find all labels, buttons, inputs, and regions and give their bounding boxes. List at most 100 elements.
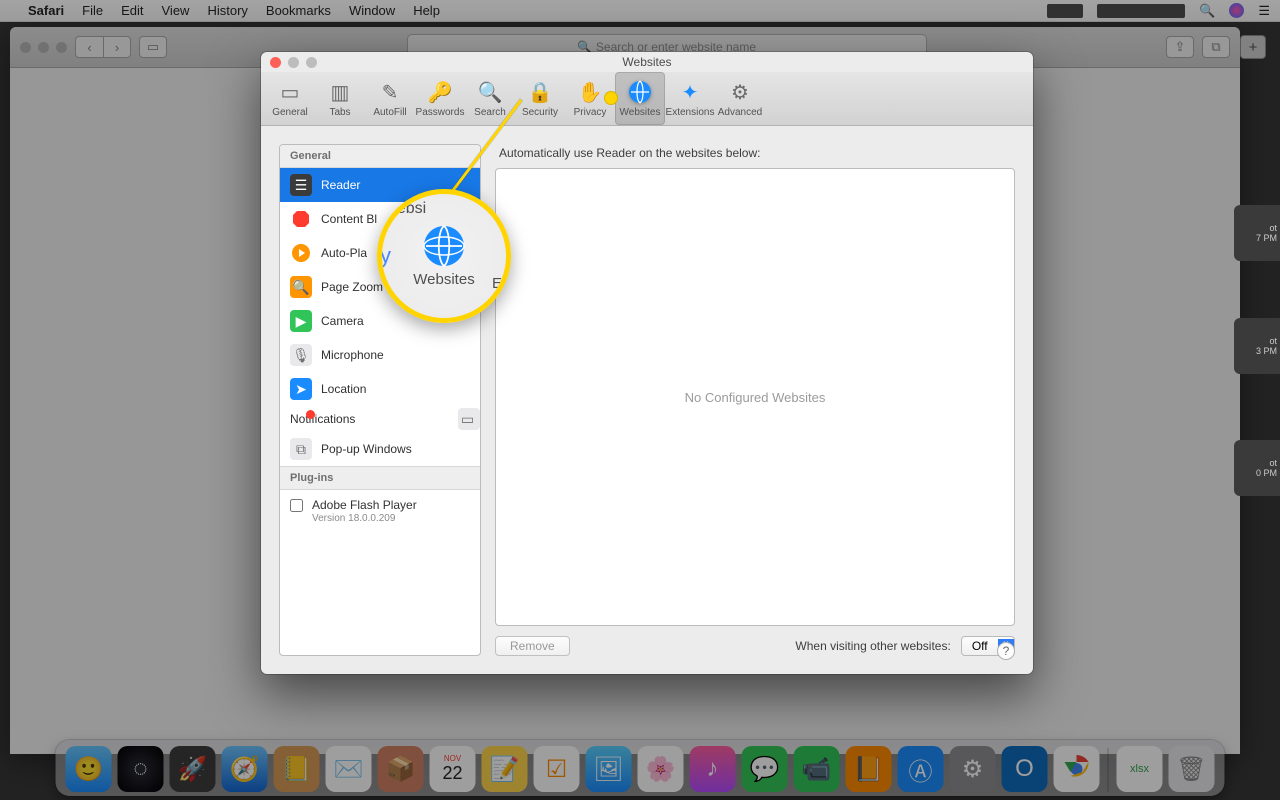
callout-right-text: E [492,275,502,292]
puzzle-icon: ✦ [677,79,703,105]
dock-calendar[interactable]: NOV22 [430,746,476,792]
tab-security[interactable]: 🔒Security [515,72,565,125]
switch-icon: ▭ [277,79,303,105]
traffic-lights[interactable] [20,42,67,53]
tabs-icon: ▥ [327,79,353,105]
menu-edit[interactable]: Edit [121,3,143,18]
plugin-flash-checkbox[interactable] [290,499,303,512]
dock-itunes[interactable]: ♪ [690,746,736,792]
key-icon: 🔑 [427,79,453,105]
camera-icon: ▶ [290,310,312,332]
globe-icon [627,79,653,105]
notification-stub: ot0 PM [1234,440,1280,496]
notification-center-icon[interactable]: ☰ [1258,3,1270,19]
main-heading: Automatically use Reader on the websites… [495,144,1015,168]
sidebar-item-popup-windows[interactable]: ⧉Pop-up Windows [280,432,480,466]
gear-icon: ⚙ [727,79,753,105]
tab-autofill[interactable]: ✎AutoFill [365,72,415,125]
dock-contacts[interactable]: 📒 [274,746,320,792]
back-button[interactable]: ‹ [75,36,103,58]
notification-stub: ot7 PM [1234,205,1280,261]
dock-mail[interactable]: ✉️ [326,746,372,792]
dock-reminders[interactable]: ☑︎ [534,746,580,792]
dock-messages[interactable]: 💬 [742,746,788,792]
sidebar-item-microphone[interactable]: 🎙Microphone [280,338,480,372]
play-icon [290,242,312,264]
dock-photos[interactable]: 🌸 [638,746,684,792]
tabs-button[interactable]: ⧉ [1202,36,1230,58]
search-icon: 🔍 [477,79,503,105]
plugin-flash-row[interactable]: Adobe Flash Player Version 18.0.0.209 [280,490,480,532]
help-button[interactable]: ? [997,642,1015,660]
callout-label: Websites [413,271,474,288]
globe-icon [422,224,466,268]
prefs-toolbar: ▭General ▥Tabs ✎AutoFill 🔑Passwords 🔍Sea… [261,72,1033,126]
plugin-name: Adobe Flash Player [312,498,417,512]
menu-history[interactable]: History [207,3,247,18]
app-name[interactable]: Safari [28,3,64,18]
sidebar-toggle-button[interactable]: ▭ [139,36,167,58]
callout-left-text: y [380,243,391,269]
callout-magnifier: Websi Websites y E [377,189,511,323]
status-item[interactable] [1097,4,1185,18]
siri-icon[interactable] [1229,3,1244,18]
microphone-icon: 🎙 [290,344,312,366]
badge-dot-icon [306,410,315,419]
sidebar-item-location[interactable]: ➤Location [280,372,480,406]
tab-websites[interactable]: Websites [615,72,665,125]
tab-advanced[interactable]: ⚙Advanced [715,72,765,125]
spotlight-icon[interactable]: 🔍 [1199,3,1215,19]
dock-siri[interactable]: ◌ [118,746,164,792]
menubar: Safari File Edit View History Bookmarks … [0,0,1280,22]
tab-general[interactable]: ▭General [265,72,315,125]
dock-ibooks[interactable]: 📙 [846,746,892,792]
prefs-title: Websites [261,52,1033,72]
pencil-icon: ✎ [377,79,403,105]
dock: 🙂 ◌ 🚀 🧭 📒 ✉️ 📦 NOV22 📝 ☑︎ 🖼 🌸 ♪ 💬 📹 📙 Ⓐ … [56,740,1225,796]
reader-icon: ☰ [290,174,312,196]
tab-tabs[interactable]: ▥Tabs [315,72,365,125]
prefs-content: General ☰Reader Content Bl Auto-Pla 🔍Pag… [261,126,1033,674]
menu-view[interactable]: View [162,3,190,18]
tab-passwords[interactable]: 🔑Passwords [415,72,465,125]
dock-separator [1108,748,1109,792]
dock-chrome[interactable] [1054,746,1100,792]
websites-list[interactable]: No Configured Websites [495,168,1015,626]
tab-extensions[interactable]: ✦Extensions [665,72,715,125]
dock-preview[interactable]: 🖼 [586,746,632,792]
dock-appstore[interactable]: Ⓐ [898,746,944,792]
dock-settings[interactable]: ⚙ [950,746,996,792]
share-button[interactable]: ⇪ [1166,36,1194,58]
preferences-window: Websites ▭General ▥Tabs ✎AutoFill 🔑Passw… [261,52,1033,674]
sidebar-item-notifications[interactable]: ▭Notifications [280,406,480,432]
plugin-version: Version 18.0.0.209 [312,513,417,524]
dock-facetime[interactable]: 📹 [794,746,840,792]
callout-dot [604,91,618,105]
dock-app[interactable]: 📦 [378,746,424,792]
dock-trash[interactable]: 🗑 [1169,746,1215,792]
status-item[interactable] [1047,4,1083,18]
menu-window[interactable]: Window [349,3,395,18]
menu-help[interactable]: Help [413,3,440,18]
menu-bookmarks[interactable]: Bookmarks [266,3,331,18]
empty-text: No Configured Websites [685,390,826,405]
dock-finder[interactable]: 🙂 [66,746,112,792]
lock-icon: 🔒 [527,79,553,105]
dock-file-xlsx[interactable]: xlsx [1117,746,1163,792]
hand-icon: ✋ [577,79,603,105]
dock-safari[interactable]: 🧭 [222,746,268,792]
dock-outlook[interactable]: O [1002,746,1048,792]
forward-button[interactable]: › [103,36,131,58]
new-tab-button[interactable]: + [1240,35,1266,59]
remove-button[interactable]: Remove [495,636,570,656]
location-icon: ➤ [290,378,312,400]
dock-notes[interactable]: 📝 [482,746,528,792]
notification-stub: ot3 PM [1234,318,1280,374]
other-websites-label: When visiting other websites: [795,639,950,653]
menu-file[interactable]: File [82,3,103,18]
window-icon: ⧉ [290,438,312,460]
stop-icon [290,208,312,230]
dock-launchpad[interactable]: 🚀 [170,746,216,792]
zoom-icon: 🔍 [290,276,312,298]
sidebar-section-general: General [280,145,480,168]
